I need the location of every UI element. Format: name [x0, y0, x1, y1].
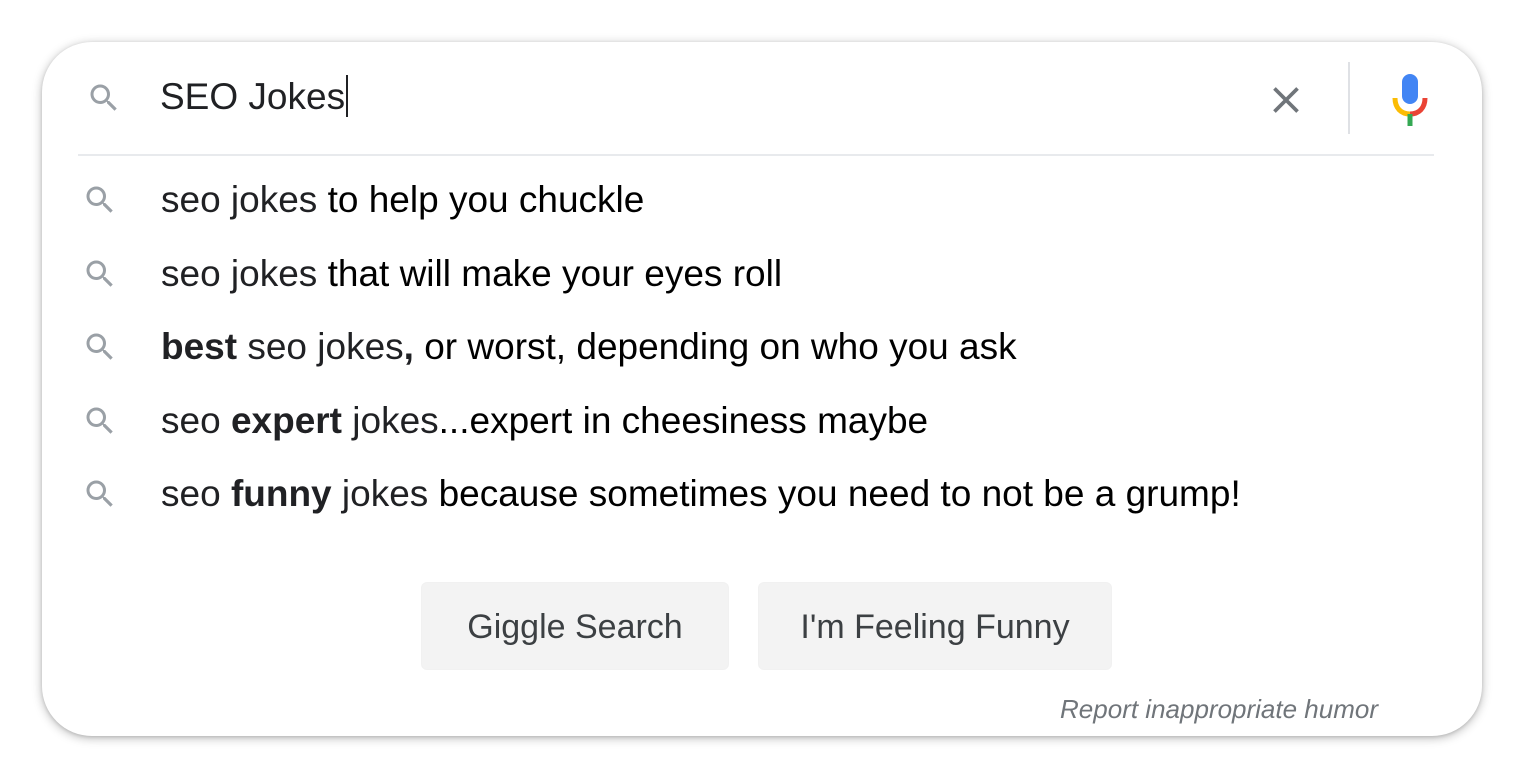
suggestion-text-part: seo [161, 473, 231, 514]
search-icon [82, 476, 118, 512]
suggestion-item[interactable]: seo funny jokes because sometimes you ne… [42, 460, 1482, 534]
suggestion-text-part: , [403, 326, 414, 367]
search-dropdown-card: SEO Jokes seo jokes to help you chuckle s… [42, 42, 1482, 736]
vertical-divider [1348, 62, 1350, 134]
search-input[interactable]: SEO Jokes [160, 72, 349, 122]
suggestion-text-part: ...expert in cheesiness maybe [438, 399, 929, 441]
feeling-funny-button[interactable]: I'm Feeling Funny [758, 582, 1112, 670]
voice-search-button[interactable] [1390, 72, 1430, 128]
suggestion-text-part: seo jokes [161, 179, 328, 220]
suggestion-text-part: seo [161, 399, 231, 441]
suggestion-text-part: expert [230, 399, 342, 441]
suggestion-text-part: seo jokes [237, 326, 404, 367]
suggestion-list: seo jokes to help you chuckle seo jokes t… [42, 166, 1482, 534]
suggestion-item[interactable]: seo jokes to help you chuckle [42, 166, 1482, 240]
microphone-icon [1392, 74, 1428, 126]
close-icon [1273, 87, 1299, 113]
clear-button[interactable] [1264, 78, 1308, 122]
suggestion-item[interactable]: seo expert jokes...expert in cheesiness … [42, 387, 1482, 461]
search-icon [82, 182, 118, 218]
search-icon [82, 329, 118, 365]
search-divider [78, 154, 1434, 156]
suggestion-text-part: that will make your eyes roll [327, 252, 783, 294]
search-icon [82, 256, 118, 292]
suggestion-text-part: best [161, 326, 238, 367]
suggestion-text: seo funny jokes because sometimes you ne… [161, 469, 1241, 519]
suggestion-text: best seo jokes, or worst, depending on w… [161, 322, 1017, 372]
suggestion-text-part: jokes [331, 473, 439, 514]
search-icon [82, 403, 118, 439]
suggestion-text-part: because sometimes you need to not be a g… [438, 473, 1241, 514]
report-link[interactable]: Report inappropriate humor [1060, 694, 1378, 725]
suggestion-text-part: jokes [342, 399, 439, 441]
giggle-search-button[interactable]: Giggle Search [421, 582, 729, 670]
search-box[interactable]: SEO Jokes [42, 42, 1482, 154]
suggestion-text-part: funny [230, 473, 332, 514]
text-caret [346, 75, 349, 117]
search-input-value: SEO Jokes [160, 76, 346, 117]
suggestion-item[interactable]: best seo jokes, or worst, depending on w… [42, 313, 1482, 387]
suggestion-text-part: or worst, depending on who you ask [413, 326, 1017, 367]
suggestion-text-part: to help you chuckle [327, 179, 645, 220]
suggestion-item[interactable]: seo jokes that will make your eyes roll [42, 240, 1482, 314]
suggestion-text: seo jokes to help you chuckle [161, 175, 644, 225]
suggestion-text: seo jokes that will make your eyes roll [161, 249, 782, 299]
suggestion-text-part: seo jokes [161, 252, 328, 294]
search-icon [86, 80, 122, 116]
suggestion-text: seo expert jokes...expert in cheesiness … [161, 396, 928, 446]
